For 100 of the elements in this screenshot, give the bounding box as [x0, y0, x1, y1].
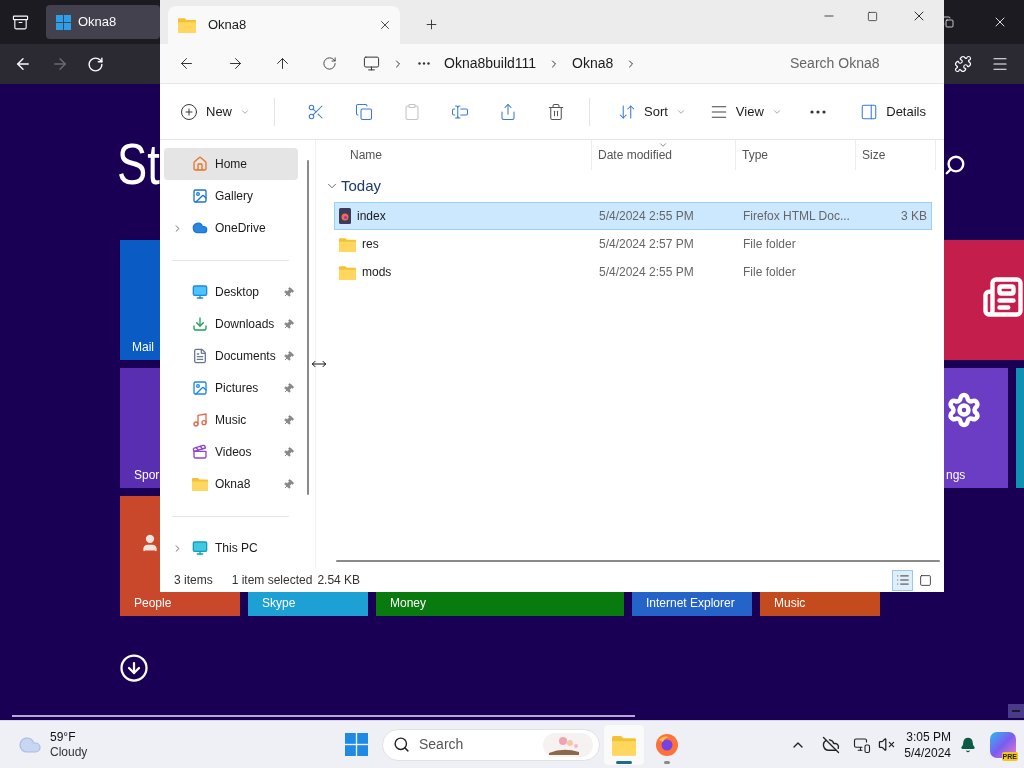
tile-label: Mail [132, 339, 155, 356]
sort-caret-icon [658, 140, 668, 150]
firefox-icon [655, 732, 679, 757]
browser-tab-title: Okna8 [78, 13, 117, 32]
column-header[interactable]: Name [344, 140, 592, 170]
back-icon[interactable] [178, 55, 195, 72]
nav-item[interactable]: Videos [164, 436, 298, 468]
reload-icon[interactable] [87, 55, 104, 73]
details-view-button[interactable] [892, 569, 913, 591]
browser-tab[interactable]: Okna8 [46, 5, 160, 39]
new-icon [180, 102, 198, 121]
search-icon [393, 736, 410, 753]
column-header[interactable]: Date modified [592, 140, 736, 170]
nav-item[interactable]: Home [164, 148, 298, 180]
tile[interactable]: Money [376, 592, 624, 616]
pictures-icon [192, 380, 208, 396]
file-name: index [357, 208, 386, 225]
close-icon[interactable] [378, 18, 392, 32]
tile[interactable]: ngs [944, 368, 1008, 488]
extensions-icon[interactable] [954, 55, 972, 73]
tile[interactable]: Mail [120, 240, 160, 360]
nav-item[interactable]: This PC [164, 532, 298, 564]
menu-icon[interactable] [991, 55, 1009, 73]
tile[interactable] [944, 240, 1024, 360]
refresh-icon[interactable] [322, 56, 337, 71]
network-icon[interactable] [853, 735, 872, 754]
file-row[interactable]: res 5/4/2024 2:57 PM File folder [334, 230, 932, 258]
muted-speaker-icon[interactable] [878, 736, 896, 753]
search-icon[interactable] [944, 154, 966, 176]
group-header[interactable]: Today [316, 170, 944, 202]
restore-icon[interactable] [942, 16, 954, 28]
taskbar-app[interactable] [604, 724, 644, 765]
more-icon[interactable] [418, 62, 430, 65]
nav-item[interactable]: Music [164, 404, 298, 436]
file-date: 5/4/2024 2:55 PM [598, 208, 695, 225]
nav-item-label: Documents [215, 348, 276, 365]
selection-size: 2.54 KB [317, 572, 361, 589]
running-indicator [664, 760, 670, 764]
home-icon [192, 156, 208, 172]
cut-icon [307, 102, 325, 121]
nav-item[interactable]: Documents [164, 340, 298, 372]
explorer-tab[interactable]: Okna8 [168, 6, 400, 44]
sort-button[interactable]: Sort [608, 95, 696, 128]
file-row[interactable]: index 5/4/2024 2:55 PM Firefox HTML Doc... 3 KB [334, 202, 932, 230]
tile[interactable]: People [120, 592, 240, 616]
nav-item-label: Home [215, 156, 247, 173]
breadcrumb[interactable]: Okna8build111 [444, 53, 537, 74]
rename-icon [451, 102, 469, 121]
address-bar[interactable]: Okna8build111 Okna8 [357, 47, 721, 80]
column-header[interactable]: Type [736, 140, 856, 170]
tile[interactable]: Internet Explorer [632, 592, 752, 616]
desktop-icon [192, 284, 208, 300]
tile[interactable]: Spor [120, 368, 160, 488]
breadcrumb[interactable]: Okna8 [572, 53, 614, 74]
all-apps-icon[interactable] [119, 653, 149, 683]
clock-date[interactable]: 5/4/2024 [904, 744, 951, 761]
forward-icon[interactable] [227, 55, 244, 72]
tile-label: Internet Explorer [646, 595, 736, 612]
view-button[interactable]: View [699, 95, 792, 128]
file-date: 5/4/2024 2:55 PM [598, 264, 695, 281]
column-header[interactable]: Size [856, 140, 936, 170]
nav-item[interactable]: Desktop [164, 276, 298, 308]
copy-icon [355, 102, 373, 121]
nav-item[interactable]: OneDrive [164, 212, 298, 244]
nav-item[interactable]: Gallery [164, 180, 298, 212]
clock-time[interactable]: 3:05 PM [906, 728, 951, 745]
nav-item-label: Music [215, 412, 247, 429]
folder-icon [339, 236, 356, 252]
details-button[interactable]: Details [850, 95, 936, 128]
back-icon[interactable] [14, 55, 32, 73]
maximize-icon[interactable] [867, 10, 878, 22]
paste-icon [403, 102, 421, 121]
search-field[interactable]: Search [382, 728, 600, 761]
nav-item[interactable]: Pictures [164, 372, 298, 404]
new-tab-icon[interactable] [424, 17, 439, 32]
file-name: res [362, 236, 379, 253]
nav-item-label: Okna8 [215, 476, 251, 493]
video-icon [192, 444, 208, 460]
bell-icon[interactable] [960, 736, 976, 753]
folder-icon [178, 17, 196, 33]
scrollbar[interactable] [12, 715, 635, 717]
download-icon [192, 316, 208, 332]
gallery-icon [192, 188, 208, 204]
scrollbar[interactable] [307, 160, 309, 495]
new-button[interactable]: New [170, 95, 260, 128]
up-icon[interactable] [274, 55, 291, 72]
search-placeholder: Search Okna8 [790, 54, 880, 73]
file-row[interactable]: mods 5/4/2024 2:55 PM File folder [334, 258, 932, 286]
nav-item[interactable]: Okna8 [164, 468, 298, 500]
tile[interactable]: Music [760, 592, 880, 616]
file-date: 5/4/2024 2:57 PM [598, 236, 695, 253]
cloud-off-icon[interactable] [822, 735, 841, 754]
nav-item[interactable]: Downloads [164, 308, 298, 340]
scrollbar[interactable] [336, 560, 940, 562]
share-icon [499, 102, 517, 121]
more-icon[interactable] [809, 109, 826, 114]
nav-item-label: Downloads [215, 316, 275, 333]
tile-label: Money [390, 595, 428, 612]
tile-edge[interactable] [120, 496, 160, 592]
windows-logo-icon [344, 733, 368, 756]
